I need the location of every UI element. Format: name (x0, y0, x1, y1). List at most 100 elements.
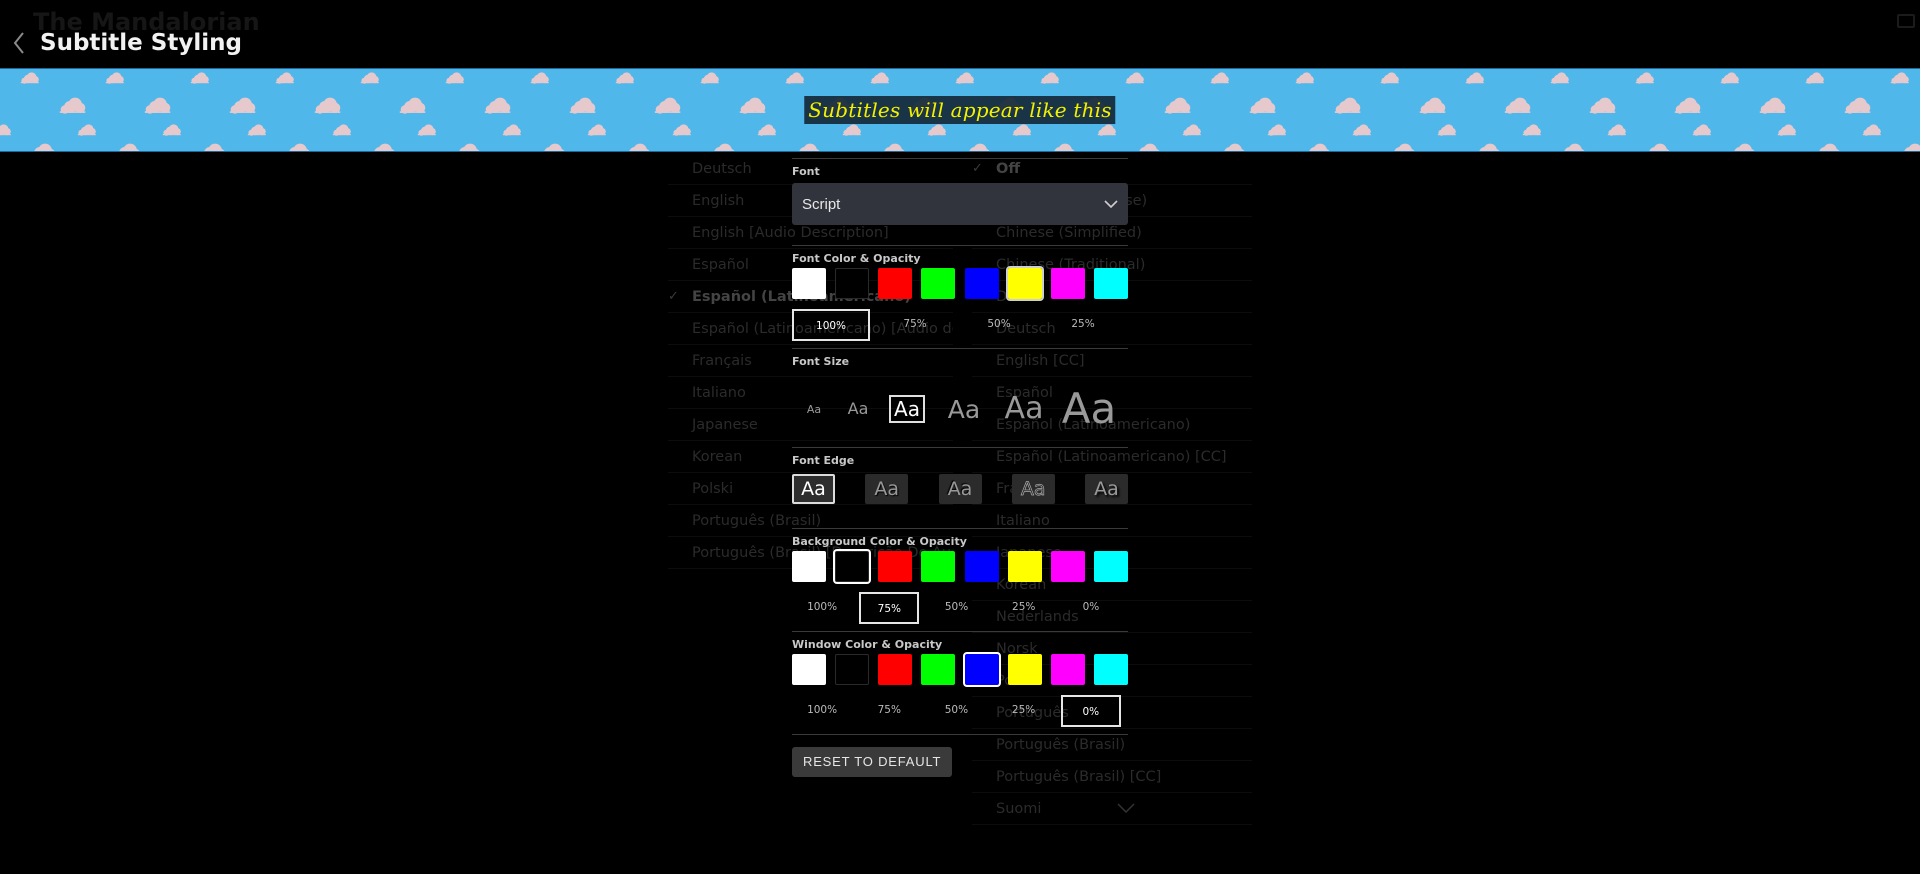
font-size-section: Font Size Aa Aa Aa Aa Aa Aa (792, 348, 1128, 447)
cloud-icon (204, 143, 225, 151)
color-swatch-red[interactable] (878, 654, 913, 685)
scroll-down-chevron-icon[interactable] (1117, 803, 1135, 813)
opacity-option[interactable]: 0% (1060, 695, 1121, 727)
reset-to-default-button[interactable]: RESET TO DEFAULT (792, 747, 953, 777)
opacity-option[interactable]: 100% (792, 309, 871, 341)
color-swatch-yellow[interactable] (1005, 266, 1044, 301)
color-swatch-blue[interactable] (964, 551, 999, 582)
subtitle-preview: Subtitles will appear like this (0, 68, 1920, 152)
menu-icon (1897, 14, 1915, 28)
font-size-option[interactable]: Aa (848, 401, 869, 417)
preview-caption: Subtitles will appear like this (804, 96, 1116, 124)
font-size-option[interactable]: Aa (1062, 388, 1116, 430)
cloud-icon (700, 72, 719, 84)
cloud-icon (1720, 72, 1739, 84)
opacity-option[interactable]: 50% (926, 695, 986, 727)
font-section: Font Script (792, 158, 1128, 225)
opacity-option[interactable]: 25% (1044, 309, 1122, 341)
cloud-icon (799, 143, 820, 151)
cloud-icon (1394, 143, 1415, 151)
window-color-label: Window Color & Opacity (792, 638, 943, 651)
font-dropdown[interactable]: Script (792, 183, 1128, 225)
font-edge-outline[interactable]: Aa (1011, 474, 1055, 504)
font-size-option[interactable]: Aa (807, 404, 821, 415)
color-swatch-yellow[interactable] (1007, 551, 1042, 582)
cloud-icon (332, 124, 351, 136)
cloud-icon (1334, 97, 1361, 114)
color-swatch-cyan[interactable] (1093, 268, 1128, 299)
color-swatch-black[interactable] (833, 549, 872, 584)
opacity-option[interactable]: 75% (876, 309, 954, 341)
opacity-option[interactable]: 0% (1061, 592, 1121, 624)
list-item-label: Polski (692, 481, 734, 497)
cloud-icon (1759, 97, 1786, 114)
font-size-option-wrapper: Aa (792, 404, 836, 415)
cloud-icon (484, 97, 511, 114)
cloud-icon (275, 72, 294, 84)
color-swatch-yellow[interactable] (1007, 654, 1042, 685)
cloud-icon (884, 143, 905, 151)
background-color-label: Background Color & Opacity (792, 535, 967, 548)
opacity-option[interactable]: 25% (994, 592, 1054, 624)
color-swatch-green[interactable] (921, 654, 956, 685)
font-edge-none[interactable]: Aa (792, 474, 835, 504)
color-swatch-green[interactable] (921, 551, 956, 582)
font-size-option-wrapper: Aa (934, 397, 994, 422)
cloud-icon (629, 143, 650, 151)
color-swatch-white[interactable] (792, 268, 826, 299)
opacity-option[interactable]: 25% (994, 695, 1054, 727)
reset-section: RESET TO DEFAULT (792, 734, 1128, 777)
font-edge-shadow[interactable]: Aa (1085, 474, 1128, 504)
cloud-icon (1012, 124, 1031, 136)
cloud-icon (672, 124, 691, 136)
color-swatch-blue[interactable] (964, 268, 999, 299)
color-swatch-magenta[interactable] (1050, 654, 1085, 685)
cloud-icon (927, 124, 946, 136)
color-swatch-green[interactable] (921, 268, 956, 299)
list-item[interactable]: Suomi (972, 793, 1252, 825)
opacity-option[interactable]: 75% (859, 695, 919, 727)
color-swatch-magenta[interactable] (1050, 268, 1085, 299)
opacity-option[interactable]: 50% (960, 309, 1038, 341)
cloud-icon (20, 72, 39, 84)
cloud-icon (1182, 124, 1201, 136)
color-swatch-magenta[interactable] (1050, 551, 1085, 582)
font-size-option[interactable]: Aa (1005, 394, 1044, 424)
cloud-icon (314, 97, 341, 114)
color-swatch-black[interactable] (835, 268, 870, 299)
cloud-icon (0, 124, 11, 136)
cloud-icon (162, 124, 181, 136)
color-swatch-cyan[interactable] (1093, 654, 1128, 685)
font-edge-raised[interactable]: Aa (865, 474, 909, 504)
color-swatch-cyan[interactable] (1093, 551, 1128, 582)
color-swatch-white[interactable] (792, 654, 826, 685)
cloud-icon (1844, 97, 1871, 114)
cloud-icon (374, 143, 395, 151)
font-size-option[interactable]: Aa (948, 397, 980, 422)
color-swatch-blue[interactable] (962, 652, 1001, 687)
list-item-label: Español (692, 257, 749, 273)
font-edge-depressed[interactable]: Aa (938, 474, 982, 504)
cloud-icon (530, 72, 549, 84)
opacity-option[interactable]: 75% (859, 592, 920, 624)
cloud-icon (1224, 143, 1245, 151)
back-button[interactable] (4, 28, 34, 58)
cloud-icon (842, 124, 861, 136)
color-swatch-red[interactable] (878, 268, 913, 299)
cloud-icon (714, 143, 735, 151)
font-size-label: Font Size (792, 355, 850, 368)
color-swatch-black[interactable] (835, 654, 870, 685)
cloud-icon (1504, 97, 1531, 114)
color-swatch-red[interactable] (878, 551, 913, 582)
cloud-icon (289, 143, 310, 151)
font-color-swatches (792, 266, 1128, 302)
cloud-icon (459, 143, 480, 151)
color-swatch-white[interactable] (792, 551, 826, 582)
font-size-option[interactable]: Aa (889, 395, 925, 423)
cloud-icon (785, 72, 804, 84)
opacity-option[interactable]: 100% (792, 592, 852, 624)
cloud-icon (1267, 124, 1286, 136)
font-label: Font (792, 165, 820, 178)
opacity-option[interactable]: 100% (792, 695, 852, 727)
opacity-option[interactable]: 50% (926, 592, 986, 624)
